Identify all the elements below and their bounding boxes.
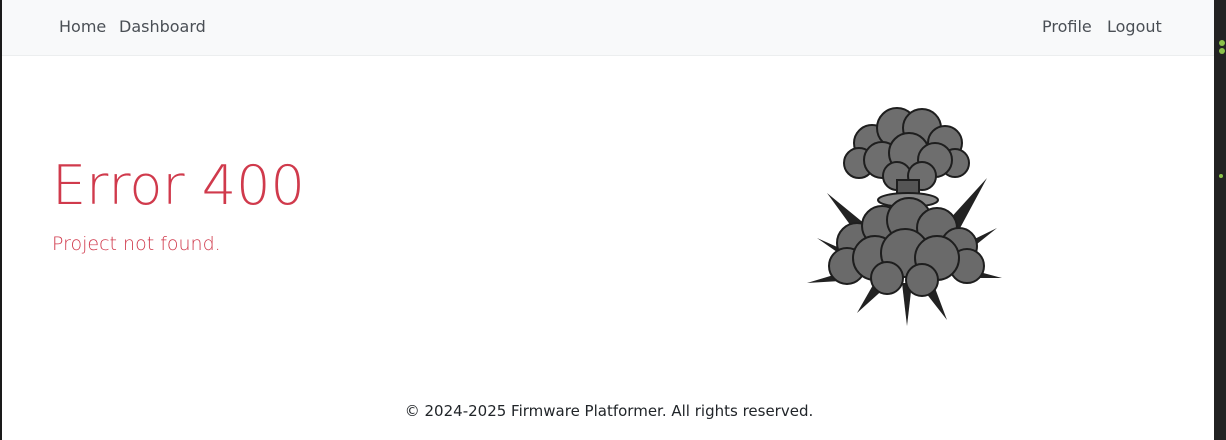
browser-viewport: Home Dashboard Profile Logout Error 400 … [0, 0, 1214, 440]
status-dot-icon [1219, 48, 1225, 54]
top-navbar: Home Dashboard Profile Logout [2, 0, 1214, 56]
nav-logout-link[interactable]: Logout [1107, 17, 1162, 36]
nav-home-link[interactable]: Home [59, 17, 106, 36]
error-message: Project not found. [52, 233, 221, 255]
desktop-edge-strip [1214, 0, 1226, 440]
status-dot-icon [1219, 174, 1223, 178]
footer-copyright: © 2024-2025 Firmware Platformer. All rig… [404, 402, 814, 420]
explosion-illustration-icon [807, 107, 1002, 326]
status-dot-icon [1219, 40, 1225, 46]
error-title: Error 400 [52, 154, 305, 217]
nav-profile-link[interactable]: Profile [1042, 17, 1092, 36]
nav-dashboard-link[interactable]: Dashboard [119, 17, 206, 36]
